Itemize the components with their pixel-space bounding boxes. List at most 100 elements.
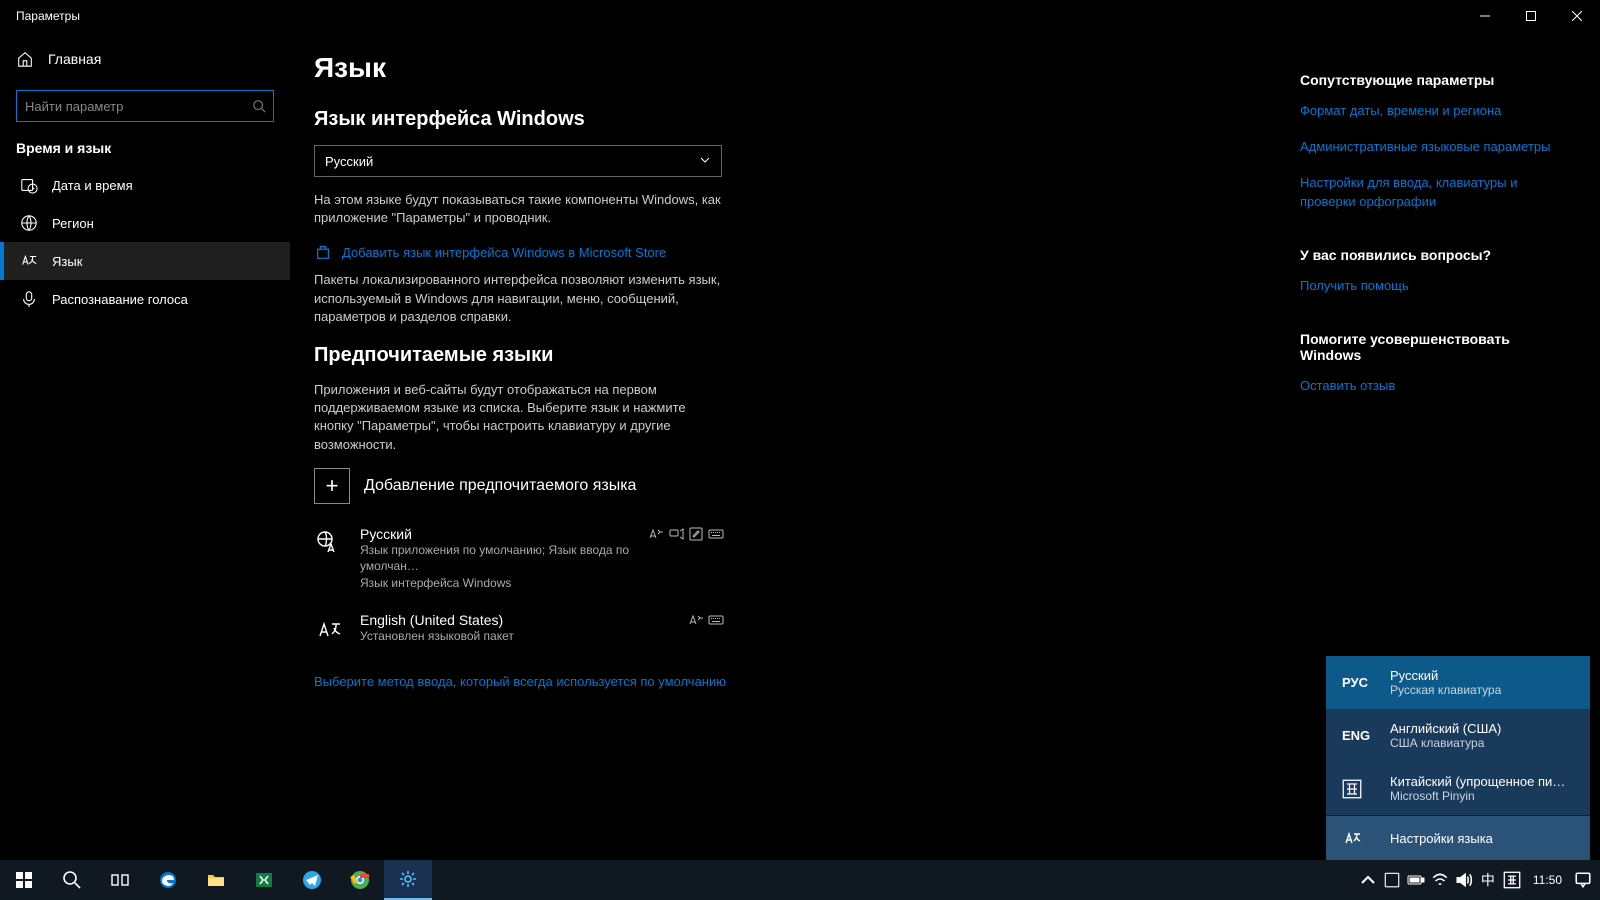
tray-clock[interactable]: 11:50 (1527, 873, 1568, 887)
excel-icon (254, 870, 274, 890)
sidebar-item-label: Регион (52, 216, 94, 231)
tray-wifi-icon[interactable] (1431, 871, 1449, 889)
feedback-header: Помогите усовершенствовать Windows (1300, 331, 1560, 363)
tray-battery-icon[interactable] (1407, 871, 1425, 889)
input-method-popup: РУС Русский Русская клавиатура ENG Англи… (1326, 656, 1590, 860)
help-header: У вас появились вопросы? (1300, 247, 1560, 263)
language-features (688, 612, 724, 628)
preferred-languages-desc: Приложения и веб-сайты будут отображатьс… (314, 381, 724, 454)
close-button[interactable] (1554, 0, 1600, 32)
sidebar-item-speech[interactable]: Распознавание голоса (0, 280, 290, 318)
add-language-label: Добавление предпочитаемого языка (364, 477, 636, 495)
telegram-icon (302, 870, 322, 890)
calendar-clock-icon (20, 176, 38, 194)
sidebar-item-datetime[interactable]: Дата и время (0, 166, 290, 204)
sidebar-item-language[interactable]: Язык (0, 242, 290, 280)
ime-item-russian[interactable]: РУС Русский Русская клавиатура (1326, 656, 1590, 709)
tray-ime-indicator[interactable]: 中 (1479, 871, 1497, 889)
language-item-russian[interactable]: Русский Язык приложения по умолчанию; Яз… (314, 516, 724, 602)
text-to-speech-icon (688, 612, 704, 628)
store-icon (314, 243, 332, 261)
content: Язык Язык интерфейса Windows Русский На … (314, 52, 1034, 840)
windows-icon (14, 870, 34, 890)
ime-abbrev: РУС (1342, 675, 1372, 690)
sidebar-item-label: Дата и время (52, 178, 133, 193)
preferred-languages-header: Предпочитаемые языки (314, 344, 1034, 367)
microphone-icon (20, 290, 38, 308)
language-item-english[interactable]: English (United States) Установлен языко… (314, 602, 724, 656)
chevron-down-icon (699, 154, 711, 169)
language-desc: Язык приложения по умолчанию; Язык ввода… (360, 542, 634, 576)
start-button[interactable] (0, 860, 48, 900)
ime-item-english[interactable]: ENG Английский (США) США клавиатура (1326, 709, 1590, 762)
store-link[interactable]: Добавить язык интерфейса Windows в Micro… (314, 243, 1034, 261)
ime-language-settings[interactable]: Настройки языка (1326, 816, 1590, 860)
ime-abbrev: ENG (1342, 728, 1372, 743)
sidebar-item-label: Язык (52, 254, 82, 269)
taskbar-app-chrome[interactable] (336, 860, 384, 900)
tray-volume-icon[interactable] (1455, 871, 1473, 889)
taskbar-app-explorer[interactable] (192, 860, 240, 900)
window-controls (1462, 0, 1600, 32)
ime-item-chinese[interactable]: Китайский (упрощенное пи… Microsoft Piny… (1326, 762, 1590, 815)
handwriting-icon (688, 526, 704, 542)
taskbar-app-edge[interactable] (144, 860, 192, 900)
ime-chinese-icon (1342, 779, 1372, 799)
ime-name: Английский (США) (1390, 721, 1574, 736)
globe-icon (20, 214, 38, 232)
language-pack-icon (314, 614, 346, 646)
minimize-button[interactable] (1462, 0, 1508, 32)
keyboard-icon (708, 526, 724, 542)
related-link-admin-lang[interactable]: Административные языковые параметры (1300, 138, 1560, 156)
title-bar: Параметры (0, 0, 1600, 32)
tray-chevron-up-icon[interactable] (1359, 871, 1377, 889)
ime-sub: США клавиатура (1390, 736, 1574, 750)
search-input[interactable] (16, 90, 274, 122)
display-language-dropdown[interactable]: Русский (314, 145, 722, 177)
chrome-icon (350, 870, 370, 890)
home-label: Главная (48, 51, 101, 67)
language-icon (20, 252, 38, 270)
related-link-date-format[interactable]: Формат даты, времени и региона (1300, 102, 1560, 120)
language-desc: Установлен языковой пакет (360, 628, 674, 645)
feedback-link[interactable]: Оставить отзыв (1300, 377, 1560, 395)
language-desc: Язык интерфейса Windows (360, 575, 634, 592)
related-header: Сопутствующие параметры (1300, 72, 1560, 88)
search-wrap (0, 90, 290, 122)
search-button[interactable] (48, 860, 96, 900)
add-language-button[interactable]: + Добавление предпочитаемого языка (314, 468, 1034, 504)
task-view-button[interactable] (96, 860, 144, 900)
ime-sub: Microsoft Pinyin (1390, 789, 1574, 803)
window-title: Параметры (16, 9, 80, 23)
get-help-link[interactable]: Получить помощь (1300, 277, 1560, 295)
home-icon (16, 50, 34, 68)
task-view-icon (110, 870, 130, 890)
taskbar-app-settings[interactable] (384, 860, 432, 900)
speech-icon (668, 526, 684, 542)
page-title: Язык (314, 52, 1034, 84)
edge-icon (158, 870, 178, 890)
sidebar: Главная Время и язык Дата и время Регион… (0, 32, 290, 860)
tray-ime-mode-icon[interactable] (1503, 871, 1521, 889)
maximize-button[interactable] (1508, 0, 1554, 32)
tray-action-center-icon[interactable] (1574, 871, 1592, 889)
ime-sub: Русская клавиатура (1390, 683, 1574, 697)
plus-icon: + (314, 468, 350, 504)
system-tray: 中 11:50 (1359, 871, 1600, 889)
default-input-method-link[interactable]: Выберите метод ввода, который всегда исп… (314, 674, 1034, 689)
home-link[interactable]: Главная (0, 40, 290, 78)
language-settings-icon (1342, 828, 1372, 848)
taskbar-app-excel[interactable] (240, 860, 288, 900)
store-desc: Пакеты локализированного интерфейса позв… (314, 271, 724, 326)
store-link-text: Добавить язык интерфейса Windows в Micro… (342, 245, 666, 260)
related-link-input-settings[interactable]: Настройки для ввода, клавиатуры и провер… (1300, 174, 1560, 210)
ime-name: Китайский (упрощенное пи… (1390, 774, 1574, 789)
display-language-header: Язык интерфейса Windows (314, 108, 1034, 131)
taskbar-app-telegram[interactable] (288, 860, 336, 900)
sidebar-item-region[interactable]: Регион (0, 204, 290, 242)
display-language-desc: На этом языке будут показываться такие к… (314, 191, 724, 227)
tray-people-icon[interactable] (1383, 871, 1401, 889)
language-name: Русский (360, 526, 634, 542)
dropdown-value: Русский (325, 154, 373, 169)
search-icon (252, 99, 266, 113)
